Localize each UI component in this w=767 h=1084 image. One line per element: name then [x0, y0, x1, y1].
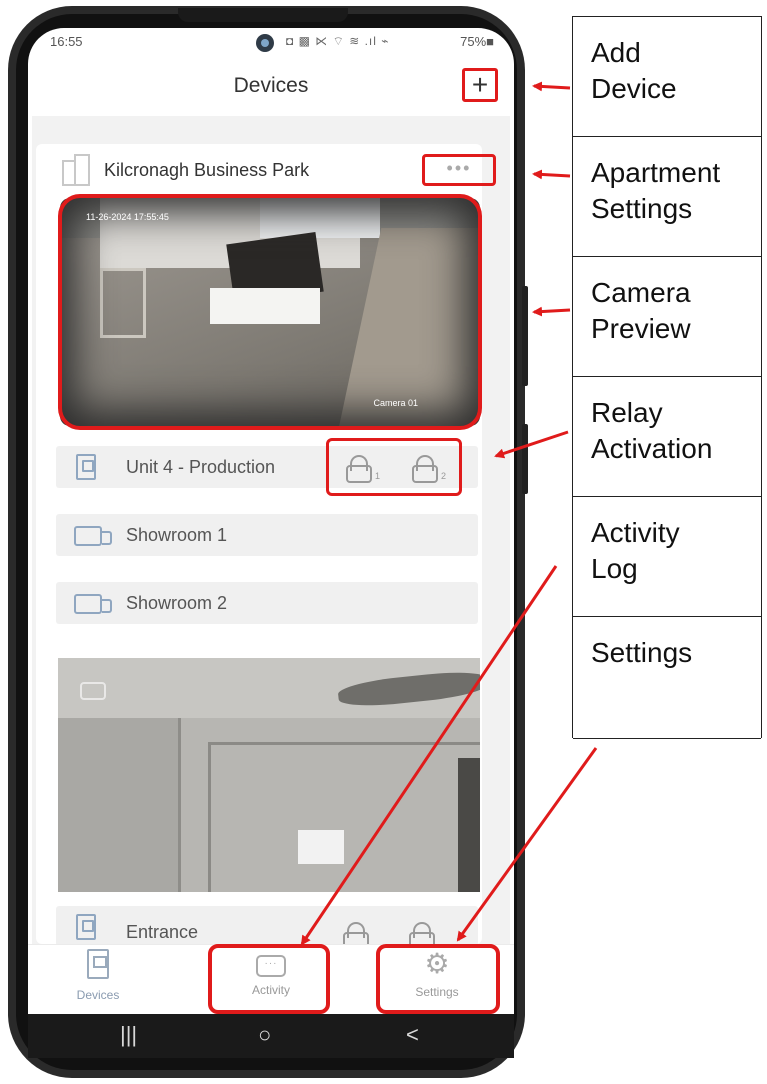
building-icon: [58, 154, 92, 186]
device-row-entrance[interactable]: Entrance: [56, 906, 478, 946]
arrow-camera-preview: [532, 306, 571, 317]
callout-line: Log: [591, 553, 638, 584]
camera-icon: [74, 594, 112, 614]
relay-buttons: 1 2: [326, 438, 462, 496]
camera-icon: [74, 526, 112, 546]
callout-line: Settings: [591, 193, 693, 224]
preview-dark-corner: [458, 758, 480, 892]
back-button[interactable]: <: [406, 1022, 419, 1048]
page-title: Devices: [233, 74, 309, 97]
relay-1-number: 1: [375, 471, 381, 481]
callout-line: Activity: [591, 517, 680, 548]
home-button[interactable]: ○: [258, 1022, 271, 1048]
relay-1-lock-icon[interactable]: 1: [345, 455, 380, 483]
battery-indicator: 75%■: [460, 34, 494, 49]
device-label: Showroom 1: [126, 525, 228, 545]
camera-preview-entrance[interactable]: [58, 658, 480, 892]
recents-button[interactable]: |||: [120, 1022, 137, 1048]
preview-doorframe: [208, 742, 480, 892]
nav-devices[interactable]: Devices: [68, 949, 128, 1002]
callout-activity-log: Activity Log: [573, 497, 761, 617]
callout-line: Add: [591, 37, 641, 68]
plus-icon: +: [471, 69, 489, 100]
door-station-icon: [76, 914, 96, 940]
system-nav-bar: ||| ○ <: [28, 1014, 514, 1058]
nav-devices-label: Devices: [76, 988, 120, 1002]
callout-settings: Settings: [573, 617, 761, 739]
phone-notch: [178, 8, 348, 22]
callout-line: Camera: [591, 277, 691, 308]
callout-table: Add Device Apartment Settings Camera Pre…: [572, 16, 762, 739]
callout-line: Preview: [591, 313, 691, 344]
callout-line: Apartment: [591, 157, 721, 188]
status-bar: 16:55 ◘ ▩ ⋉ ⌔ ≋ .ıl ⌁ 75%■: [28, 32, 514, 54]
preview-paper: [298, 830, 344, 864]
add-device-button[interactable]: +: [462, 68, 498, 102]
app-header: Devices +: [28, 66, 514, 106]
callout-add-device: Add Device: [573, 17, 761, 137]
status-time: 16:55: [50, 34, 83, 49]
relay-2-lock-icon[interactable]: [408, 922, 436, 946]
callout-line: Device: [591, 73, 677, 104]
relay-2-lock-icon[interactable]: 2: [411, 455, 446, 483]
device-label: Showroom 2: [126, 593, 228, 613]
site-name: Kilcronagh Business Park: [104, 160, 310, 180]
door-station-icon: [76, 454, 96, 480]
callout-camera-preview: Camera Preview: [573, 257, 761, 377]
callout-apartment-settings: Apartment Settings: [573, 137, 761, 257]
device-label: Entrance: [126, 922, 199, 942]
arrow-apartment-settings: [532, 169, 571, 180]
relay-1-lock-icon[interactable]: [342, 922, 370, 946]
device-label: Unit 4 - Production: [126, 457, 276, 477]
more-icon: •••: [446, 158, 472, 178]
settings-highlight: [376, 944, 500, 1014]
site-settings-button[interactable]: •••: [422, 154, 496, 186]
device-row-showroom1[interactable]: Showroom 1: [56, 514, 478, 556]
door-station-icon: [87, 949, 109, 979]
power-button: [522, 424, 528, 494]
relay-2-number: 2: [441, 471, 447, 481]
callout-line: Settings: [591, 637, 693, 668]
arrow-add-device: [532, 81, 571, 92]
front-camera-icon: [256, 34, 274, 52]
status-icons: ◘ ▩ ⋉ ⌔ ≋ .ıl ⌁: [286, 34, 390, 48]
camera-preview-highlight: [58, 194, 482, 430]
callout-line: Relay: [591, 397, 663, 428]
callout-relay-activation: Relay Activation: [573, 377, 761, 497]
site-header: Kilcronagh Business Park •••: [58, 152, 498, 192]
activity-highlight: [208, 944, 330, 1014]
callout-line: Activation: [591, 433, 713, 464]
device-row-showroom2[interactable]: Showroom 2: [56, 582, 478, 624]
volume-button: [522, 286, 528, 386]
camera-overlay-icon: [80, 682, 106, 700]
